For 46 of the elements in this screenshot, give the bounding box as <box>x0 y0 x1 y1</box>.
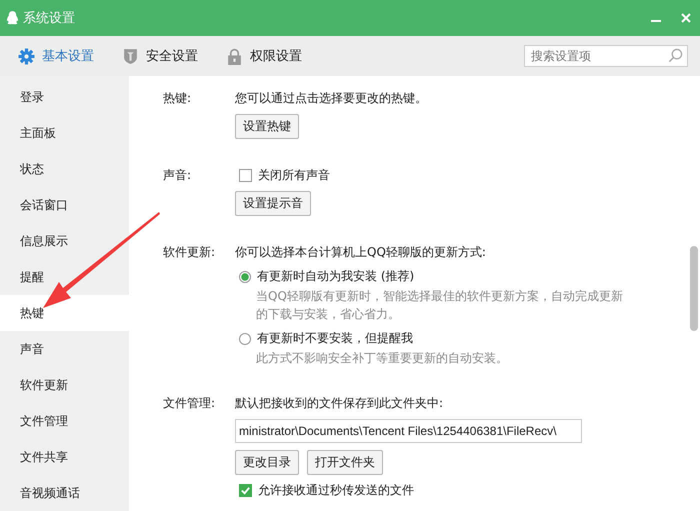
checkbox[interactable] <box>239 484 252 497</box>
sidebar-item[interactable]: 音视频通话 <box>0 475 129 511</box>
settings-tab[interactable]: 基本设置 <box>18 47 94 65</box>
sidebar-item[interactable]: 状态 <box>0 151 129 187</box>
set-hotkey-button[interactable]: 设置热键 <box>235 114 299 139</box>
folder-button[interactable]: 打开文件夹 <box>307 450 383 475</box>
window-title: 系统设置 <box>23 10 75 27</box>
sidebar-item[interactable]: 软件更新 <box>0 367 129 403</box>
sidebar-item[interactable]: 文件管理 <box>0 403 129 439</box>
sidebar-item[interactable]: 主面板 <box>0 115 129 151</box>
lock-icon <box>226 48 243 64</box>
settings-icon <box>18 48 35 64</box>
checkbox[interactable] <box>239 169 252 182</box>
sidebar-item[interactable]: 文件共享 <box>0 439 129 475</box>
section-label: 声音: <box>163 167 192 184</box>
folder-button[interactable]: 更改目录 <box>235 450 299 475</box>
search-icon <box>668 48 683 63</box>
folder-description: 默认把接收到的文件保存到此文件夹中: <box>235 395 444 412</box>
radio-button[interactable] <box>239 270 251 282</box>
radio-button[interactable] <box>239 332 251 344</box>
radio-label: 有更新时自动为我安装 (推荐) <box>257 268 414 285</box>
option-description: 当QQ轻聊版有更新时，智能选择最佳的软件更新方案，自动完成更新的下载与安装，省心省力。 <box>256 288 624 323</box>
set-sound-button[interactable]: 设置提示音 <box>235 191 311 216</box>
checkbox-label: 关闭所有声音 <box>258 167 330 184</box>
hotkey-description: 您可以通过点击选择要更改的热键。 <box>235 90 427 107</box>
sidebar-item[interactable]: 提醒 <box>0 259 129 295</box>
sidebar-item[interactable]: 信息展示 <box>0 223 129 259</box>
penguin-icon <box>6 10 19 26</box>
radio-label: 有更新时不要安装，但提醒我 <box>257 330 413 347</box>
checkbox-label: 允许接收通过秒传发送的文件 <box>258 482 414 499</box>
section-label: 热键: <box>163 90 192 107</box>
settings-tab[interactable]: 安全设置 <box>122 47 198 65</box>
sidebar-item[interactable]: 登录 <box>0 79 129 115</box>
section-label: 软件更新: <box>163 244 216 261</box>
sidebar-item[interactable]: 会话窗口 <box>0 187 129 223</box>
section-label: 文件管理: <box>163 395 216 412</box>
close-icon[interactable] <box>680 12 692 24</box>
settings-tab[interactable]: 权限设置 <box>226 47 302 65</box>
update-description: 你可以选择本台计算机上QQ轻聊版的更新方式: <box>235 244 486 261</box>
search-field[interactable]: 搜索设置项 <box>524 45 688 67</box>
option-description: 此方式不影响安全补丁等重要更新的自动安装。 <box>256 350 509 367</box>
sidebar-item[interactable]: 声音 <box>0 331 129 367</box>
scrollbar-thumb[interactable] <box>690 246 698 331</box>
folder-path-field[interactable]: ministrator\Documents\Tencent Files\1254406381\FileRecv\ <box>235 419 582 443</box>
sidebar-item[interactable]: 热键 <box>0 295 129 331</box>
shield-icon <box>122 48 139 64</box>
